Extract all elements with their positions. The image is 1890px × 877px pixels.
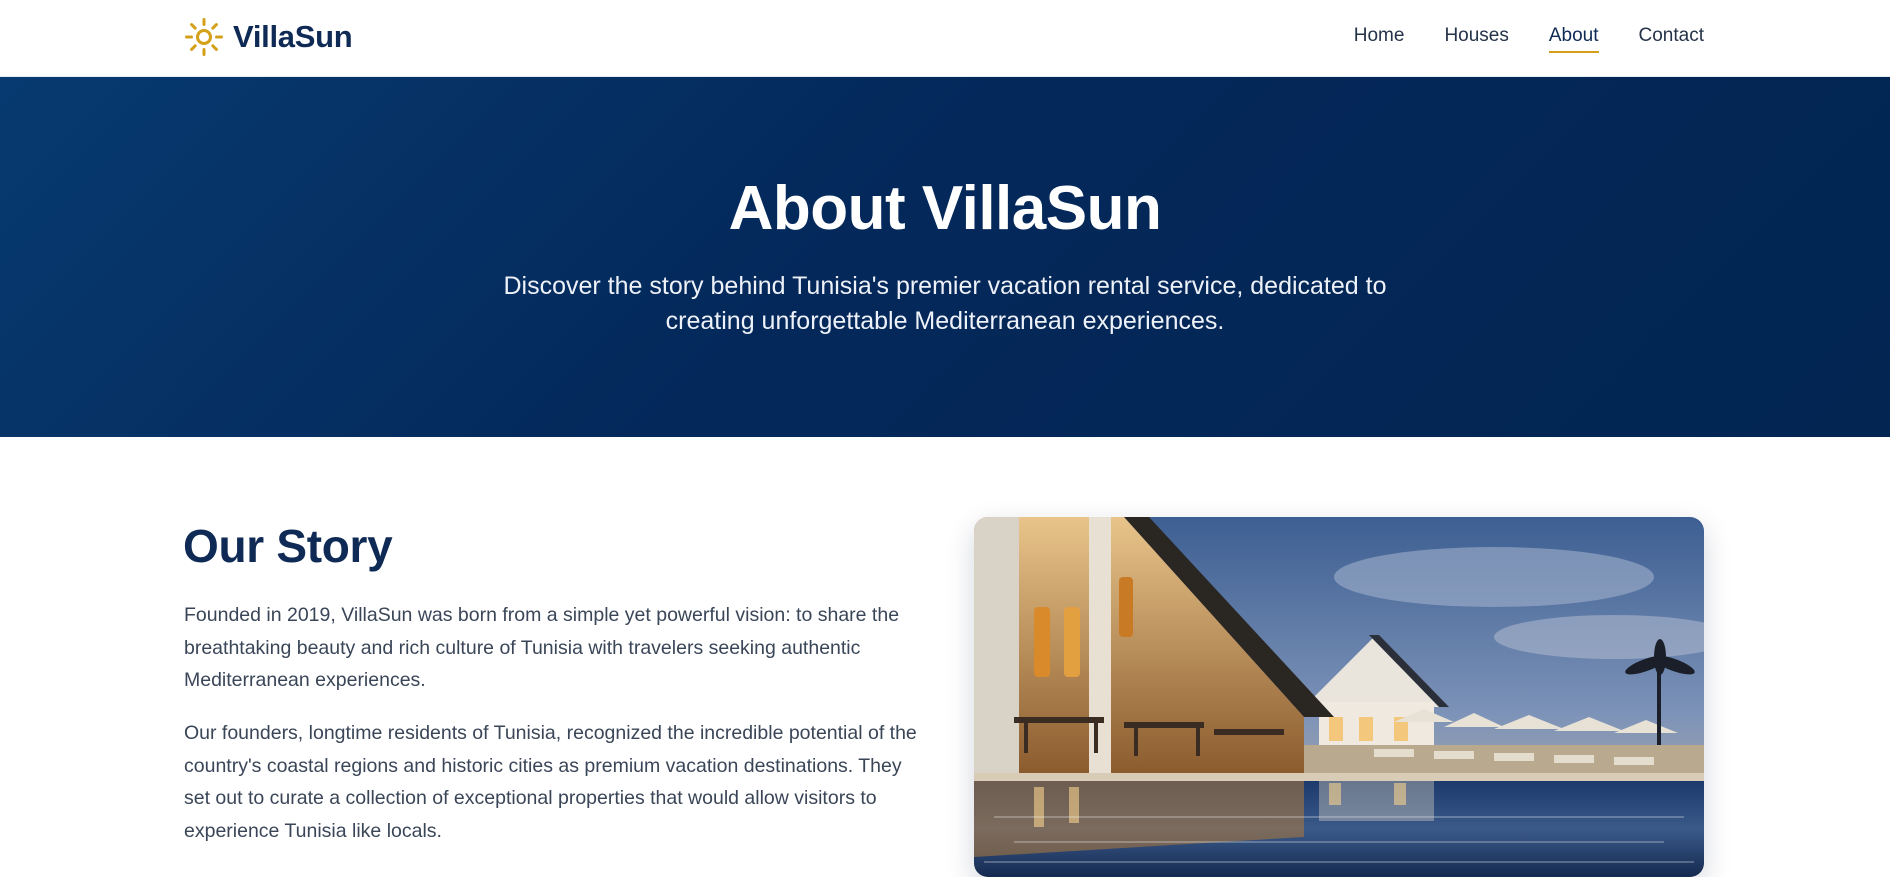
nav-item-home[interactable]: Home [1354,25,1405,53]
nav-item-contact[interactable]: Contact [1639,25,1704,53]
story-title: Our Story [183,520,393,572]
villa-pool-photo [974,517,1704,877]
hero-title: About VillaSun [728,174,1162,243]
story-paragraph: Our founders, longtime residents of Tuni… [184,722,917,842]
hero-subtitle: Discover the story behind Tunisia's prem… [503,272,1387,335]
logo[interactable]: VillaSun [184,17,353,57]
nav-item-houses[interactable]: Houses [1444,25,1508,53]
hero-banner: About VillaSun Discover the story behind… [0,77,1890,437]
story-paragraph: Founded in 2019, VillaSun was born from … [184,604,900,691]
main-nav: Home Houses About Contact [1314,25,1704,53]
nav-item-about[interactable]: About [1548,25,1599,53]
sun-icon [184,17,224,57]
site-header: VillaSun Home Houses About Contact [0,0,1890,77]
logo-text: VillaSun [233,19,353,54]
